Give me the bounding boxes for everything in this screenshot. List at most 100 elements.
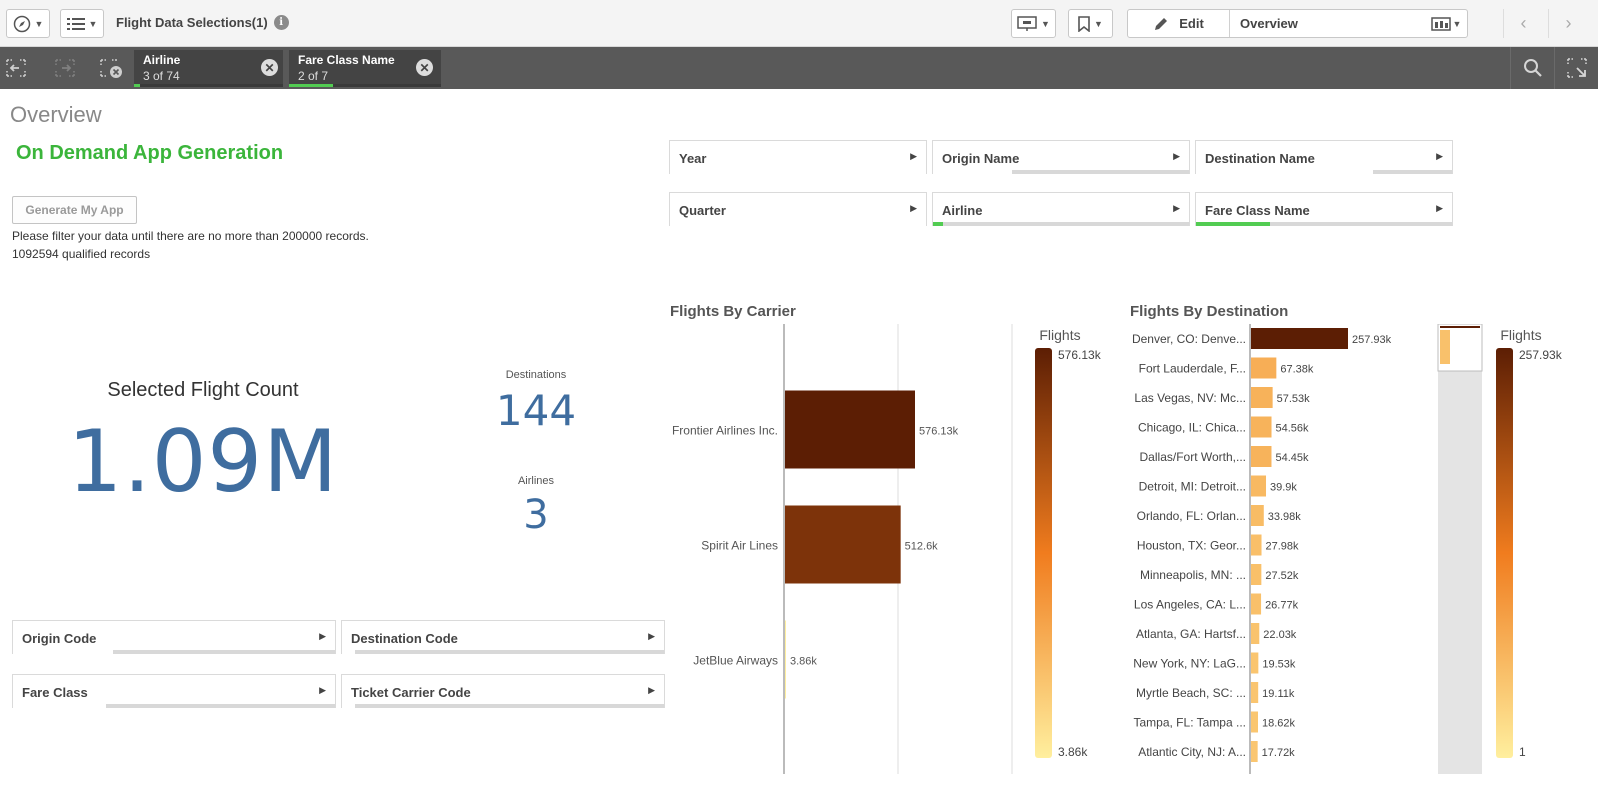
data-label: 257.93k xyxy=(1352,334,1392,346)
selection-chip-fare-class-name[interactable]: Fare Class Name 2 of 7 ✕ xyxy=(289,50,441,87)
next-sheet-button[interactable]: › xyxy=(1548,9,1588,38)
filter-pane-origin-name[interactable]: Origin Name ▶ xyxy=(932,140,1190,174)
filter-pane-state-bar xyxy=(933,170,1189,174)
qualified-records-message: 1092594 qualified records xyxy=(12,247,151,261)
filter-pane-state-bar xyxy=(342,650,664,654)
bar xyxy=(1251,623,1260,644)
filter-pane-fare-class-name[interactable]: Fare Class Name ▶ xyxy=(1195,192,1453,226)
category-label: Myrtle Beach, SC: ... xyxy=(1136,686,1246,700)
bar xyxy=(785,390,915,469)
filter-pane-state-bar xyxy=(670,170,926,174)
expand-arrow-icon: ▶ xyxy=(319,685,326,695)
expand-arrow-icon: ▶ xyxy=(1436,151,1443,161)
data-label: 18.62k xyxy=(1262,718,1296,730)
chevron-down-icon: ▼ xyxy=(34,18,44,29)
expand-arrow-icon: ▶ xyxy=(648,685,655,695)
data-label: 27.52k xyxy=(1265,570,1299,582)
selection-count: 2 of 7 xyxy=(298,69,329,83)
data-label: 27.98k xyxy=(1266,541,1300,553)
category-label: Spirit Air Lines xyxy=(701,539,778,553)
expand-arrow-icon: ▶ xyxy=(1173,151,1180,161)
step-forward-icon xyxy=(55,59,75,77)
bar xyxy=(785,505,901,584)
filter-pane-label: Origin Code xyxy=(22,631,97,646)
category-label: Chicago, IL: Chica... xyxy=(1138,421,1246,435)
step-forward-button[interactable] xyxy=(52,55,78,81)
category-label: Denver, CO: Denve... xyxy=(1132,332,1246,346)
category-label: New York, NY: LaG... xyxy=(1133,657,1246,671)
flights-by-carrier-chart[interactable]: Frontier Airlines Inc. 576.13k Spirit Air … xyxy=(660,324,1110,779)
category-label: JetBlue Airways xyxy=(693,654,778,668)
filter-pane-state-bar xyxy=(13,704,335,708)
filter-pane-airline[interactable]: Airline ▶ xyxy=(932,192,1190,226)
search-button[interactable] xyxy=(1510,47,1554,89)
chart-title-destination: Flights By Destination xyxy=(1130,303,1289,320)
filter-pane-origin-code[interactable]: Origin Code ▶ xyxy=(12,620,336,654)
step-back-button[interactable] xyxy=(3,55,29,81)
expand-arrow-icon: ▶ xyxy=(648,631,655,641)
filter-pane-quarter[interactable]: Quarter ▶ xyxy=(669,192,927,226)
mini-bar xyxy=(1440,326,1480,328)
legend-title: Flights xyxy=(1039,327,1080,343)
kpi-label: Selected Flight Count xyxy=(107,379,299,401)
filter-pane-label: Fare Class xyxy=(22,685,88,700)
expand-arrow-icon: ▶ xyxy=(319,631,326,641)
filter-pane-destination-code[interactable]: Destination Code ▶ xyxy=(341,620,665,654)
bookmarks-button[interactable]: ▼ xyxy=(1068,9,1113,38)
filter-pane-label: Fare Class Name xyxy=(1205,203,1310,218)
bar xyxy=(1251,711,1259,733)
sheets-icon xyxy=(1430,16,1451,31)
navigation-menu-button[interactable]: ▼ xyxy=(6,9,50,38)
bar xyxy=(1251,357,1277,379)
filter-pane-fare-class[interactable]: Fare Class ▶ xyxy=(12,674,336,708)
filter-pane-label: Destination Name xyxy=(1205,151,1315,166)
filter-pane-year[interactable]: Year ▶ xyxy=(669,140,927,174)
filter-pane-state-bar xyxy=(1196,170,1452,174)
sheets-menu-button[interactable]: ▼ xyxy=(1425,10,1467,37)
app-overview-button[interactable]: ▼ xyxy=(60,9,104,38)
bar xyxy=(1251,328,1348,349)
filter-pane-destination-name[interactable]: Destination Name ▶ xyxy=(1195,140,1453,174)
category-label: Atlanta, GA: Hartsf... xyxy=(1136,627,1246,641)
category-label: Frontier Airlines Inc. xyxy=(672,424,778,438)
selections-tool-button[interactable] xyxy=(1554,47,1598,89)
data-label: 17.72k xyxy=(1262,747,1296,759)
bar xyxy=(1251,564,1262,585)
data-label: 54.56k xyxy=(1276,423,1310,435)
clear-selection-icon[interactable]: ✕ xyxy=(261,59,278,76)
presentation-icon xyxy=(1017,15,1037,31)
bar xyxy=(1251,475,1267,497)
clear-selections-icon xyxy=(100,59,122,78)
filter-pane-state-bar xyxy=(670,222,926,226)
sheet-controls: Edit Overview ▼ xyxy=(1127,9,1468,38)
bar xyxy=(1251,416,1272,438)
previous-sheet-button[interactable]: ‹ xyxy=(1503,9,1543,38)
data-label: 26.77k xyxy=(1265,600,1299,612)
data-label: 512.6k xyxy=(905,541,939,553)
clear-selection-icon[interactable]: ✕ xyxy=(416,59,433,76)
legend-min-label: 3.86k xyxy=(1058,745,1088,759)
kpi-value: 1.09M xyxy=(67,412,339,512)
selection-chip-airline[interactable]: Airline 3 of 74 ✕ xyxy=(134,50,283,87)
story-present-button[interactable]: ▼ xyxy=(1011,9,1056,38)
filter-pane-label: Ticket Carrier Code xyxy=(351,685,471,700)
generate-my-app-button[interactable]: Generate My App xyxy=(12,196,137,224)
expand-arrow-icon: ▶ xyxy=(910,203,917,213)
filter-pane-state-bar xyxy=(342,704,664,708)
scrollbar-track xyxy=(1438,324,1482,774)
pencil-icon xyxy=(1155,17,1168,30)
legend-title: Flights xyxy=(1500,327,1541,343)
edit-button[interactable]: Edit xyxy=(1128,10,1230,37)
data-label: 54.45k xyxy=(1275,452,1309,464)
category-label: Tampa, FL: Tampa ... xyxy=(1134,716,1247,730)
chart-title-carrier: Flights By Carrier xyxy=(670,303,796,320)
filter-pane-ticket-carrier-code[interactable]: Ticket Carrier Code ▶ xyxy=(341,674,665,708)
search-icon xyxy=(1523,59,1542,77)
clear-all-selections-button[interactable] xyxy=(98,55,124,81)
info-icon[interactable]: i xyxy=(273,15,289,30)
category-label: Minneapolis, MN: ... xyxy=(1140,568,1246,582)
filter-pane-state-bar xyxy=(933,222,1189,226)
flights-by-destination-chart[interactable]: Denver, CO: Denve... 257.93k Fort Lauderda… xyxy=(1120,324,1596,779)
chevron-down-icon: ▼ xyxy=(1094,18,1103,29)
current-sheet-name: Overview xyxy=(1240,16,1298,31)
